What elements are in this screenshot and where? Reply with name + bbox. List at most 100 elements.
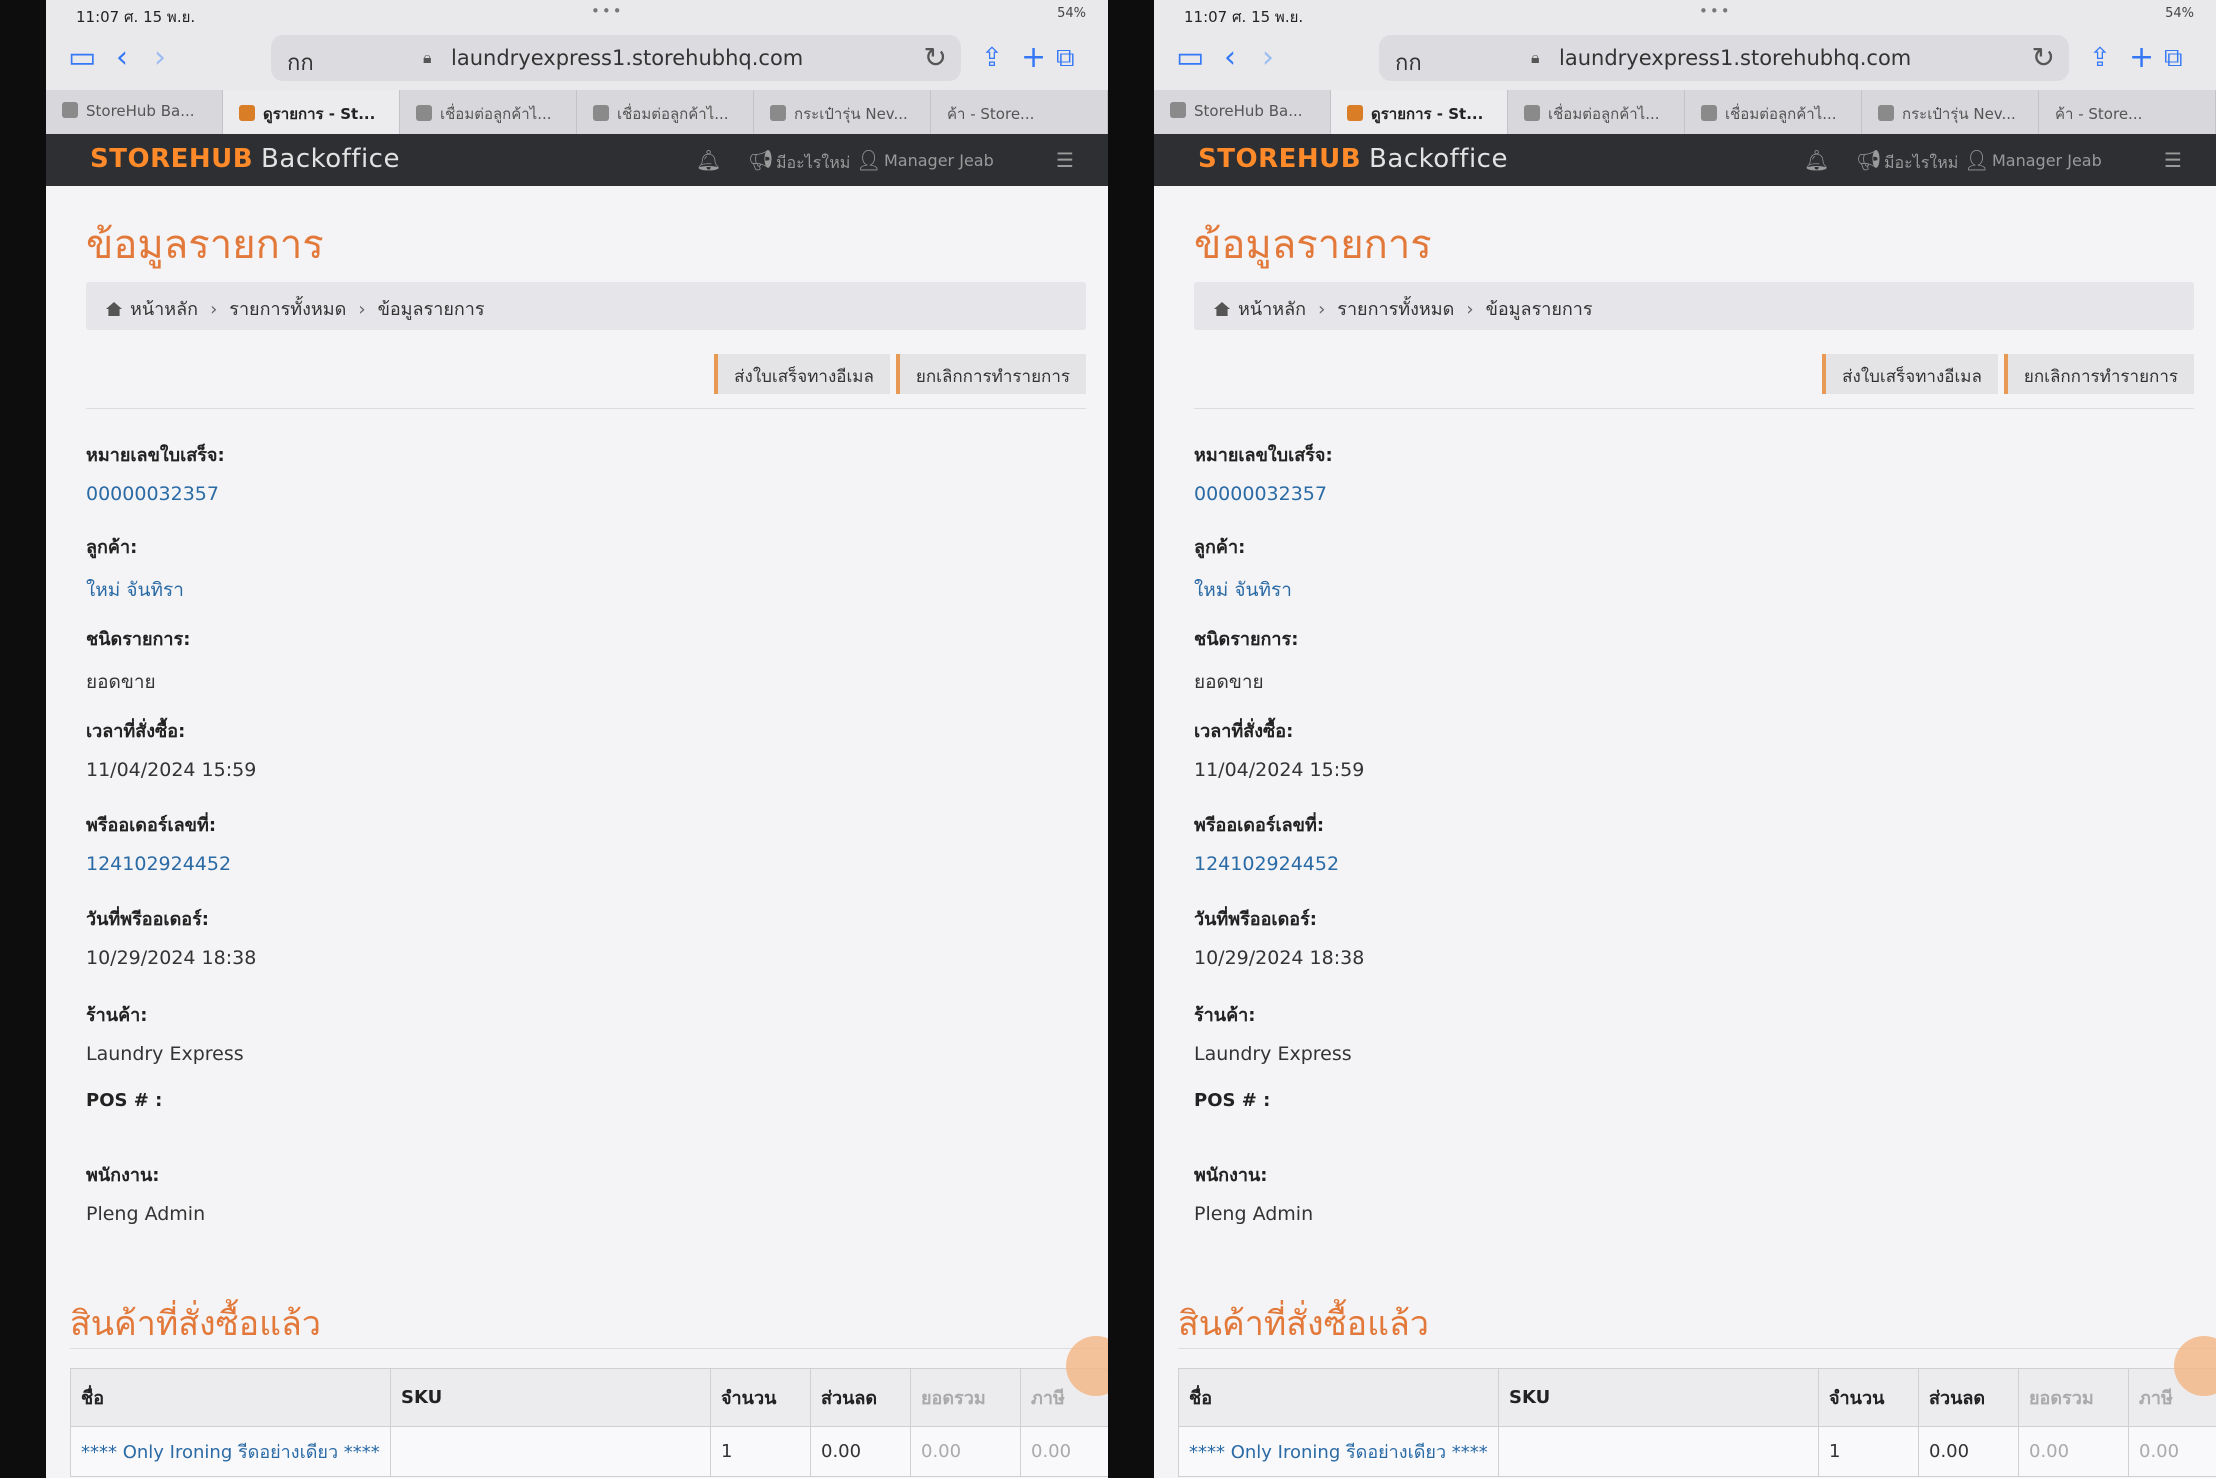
user-menu[interactable]: Manager Jeab xyxy=(1992,151,2102,170)
tabs-overview-icon[interactable]: ⧉ xyxy=(1056,40,1075,76)
browser-tab[interactable]: เชื่อมต่อลูกค้าไ... xyxy=(1685,90,1862,134)
back-icon[interactable]: ‹ xyxy=(116,40,128,76)
table-header-row: ชื่อ SKU จำนวน ส่วนลด ยอดรวม ภาษี xyxy=(70,1368,1108,1427)
browser-tab[interactable]: เชื่อมต่อลูกค้าไ... xyxy=(577,90,754,134)
employee-field: พนักงาน: Pleng Admin xyxy=(86,1165,206,1225)
browser-tab-active[interactable]: ดูรายการ - St... xyxy=(1331,90,1508,134)
receipt-number-field: หมายเลขใบเสร็จ: 00000032357 xyxy=(86,445,225,505)
whats-new-link[interactable]: มีอะไรใหม่ xyxy=(776,151,850,176)
order-time-field: เวลาที่สั่งซื้อ: 11/04/2024 15:59 xyxy=(86,721,257,781)
col-name[interactable]: ชื่อ xyxy=(1178,1368,1499,1427)
user-icon: 👤︎ xyxy=(1964,148,1990,172)
col-discount[interactable]: ส่วนลด xyxy=(810,1368,911,1427)
forward-icon[interactable]: › xyxy=(154,40,166,76)
customer-link[interactable]: ใหม่ จันทิรา xyxy=(86,575,184,605)
col-total[interactable]: ยอดรวม xyxy=(910,1368,1021,1427)
browser-tab[interactable]: ค้า - Store... xyxy=(931,90,1108,134)
browser-tab[interactable]: เชื่อมต่อลูกค้าไ... xyxy=(1508,90,1685,134)
megaphone-icon[interactable]: 📢︎ xyxy=(748,148,773,172)
bell-icon[interactable]: 🔔︎ xyxy=(1804,148,1829,172)
sidebar-icon[interactable]: ▭ xyxy=(1176,40,1204,76)
col-quantity[interactable]: จำนวน xyxy=(1818,1368,1919,1427)
app-header: STOREHUB Backoffice 🔔︎ 📢︎ มีอะไรใหม่ 👤︎ M… xyxy=(46,134,1108,186)
col-sku[interactable]: SKU xyxy=(390,1368,711,1427)
col-discount[interactable]: ส่วนลด xyxy=(1918,1368,2019,1427)
reload-icon[interactable]: ↻ xyxy=(2032,41,2055,74)
receipt-number-link[interactable]: 00000032357 xyxy=(1194,483,1333,505)
col-total[interactable]: ยอดรวม xyxy=(2018,1368,2129,1427)
url-text[interactable]: laundryexpress1.storehubhq.com xyxy=(1559,46,1911,70)
col-name[interactable]: ชื่อ xyxy=(70,1368,391,1427)
new-tab-icon[interactable]: + xyxy=(1021,40,1046,76)
tabs-overview-icon[interactable]: ⧉ xyxy=(2164,40,2183,76)
browser-tab-active[interactable]: ดูรายการ - St... xyxy=(223,90,400,134)
browser-tab[interactable]: เชื่อมต่อลูกค้าไ... xyxy=(400,90,577,134)
item-name-link[interactable]: **** Only Ironing รีดอย่างเดียว **** xyxy=(70,1426,391,1477)
favicon-icon xyxy=(593,105,609,121)
store-field: ร้านค้า: Laundry Express xyxy=(86,1005,244,1065)
table-row[interactable]: **** Only Ironing รีดอย่างเดียว **** 1 0… xyxy=(70,1426,1108,1477)
multitask-dots[interactable]: ••• xyxy=(1699,2,1732,20)
item-name-link[interactable]: **** Only Ironing รีดอย่างเดียว **** xyxy=(1178,1426,1499,1477)
back-icon[interactable]: ‹ xyxy=(1224,40,1236,76)
bell-icon[interactable]: 🔔︎ xyxy=(696,148,721,172)
transaction-type-field: ชนิดรายการ: ยอดขาย xyxy=(86,629,191,693)
address-bar[interactable]: กก 🔒︎ laundryexpress1.storehubhq.com ↻ xyxy=(1379,35,2069,81)
lock-icon: 🔒︎ xyxy=(1531,48,1540,67)
home-icon xyxy=(106,302,122,316)
megaphone-icon[interactable]: 📢︎ xyxy=(1856,148,1881,172)
forward-icon[interactable]: › xyxy=(1262,40,1274,76)
share-icon[interactable]: ⇪ xyxy=(981,40,1003,76)
browser-tab[interactable]: ค้า - Store... xyxy=(2039,90,2216,134)
multitask-dots[interactable]: ••• xyxy=(591,2,624,20)
divider xyxy=(86,408,1086,409)
share-icon[interactable]: ⇪ xyxy=(2089,40,2111,76)
divider xyxy=(70,1348,1108,1349)
send-receipt-email-button[interactable]: ส่งใบเสร็จทางอีเมล xyxy=(714,354,890,394)
preorder-link[interactable]: 124102924452 xyxy=(1194,853,1339,875)
ipad-screen: 11:07 ศ. 15 พ.ย. ••• 54% ▭ ‹ › กก 🔒︎ lau… xyxy=(46,0,1108,1478)
hamburger-menu-icon[interactable]: ☰ xyxy=(2164,148,2182,172)
user-menu[interactable]: Manager Jeab xyxy=(884,151,994,170)
cancel-transaction-button[interactable]: ยกเลิกการทำรายการ xyxy=(2003,354,2194,394)
reload-icon[interactable]: ↻ xyxy=(924,41,947,74)
ordered-items-title: สินค้าที่สั่งซื้อแล้ว xyxy=(1178,1304,1429,1344)
cancel-transaction-button[interactable]: ยกเลิกการทำรายการ xyxy=(895,354,1086,394)
lock-icon: 🔒︎ xyxy=(423,48,432,67)
user-icon: 👤︎ xyxy=(856,148,882,172)
tab-bar: StoreHub Ba... ดูรายการ - St... เชื่อมต่… xyxy=(1154,90,2216,134)
browser-tab[interactable]: StoreHub Ba... xyxy=(46,90,223,134)
receipt-number-field: หมายเลขใบเสร็จ: 00000032357 xyxy=(1194,445,1333,505)
favicon-icon xyxy=(770,105,786,121)
browser-tab[interactable]: กระเป๋ารุ่น Nev... xyxy=(754,90,931,134)
breadcrumb-all-transactions[interactable]: รายการทั้งหมด xyxy=(1337,299,1454,320)
order-time-field: เวลาที่สั่งซื้อ: 11/04/2024 15:59 xyxy=(1194,721,1365,781)
reader-aa-button[interactable]: กก xyxy=(287,45,314,80)
reader-aa-button[interactable]: กก xyxy=(1395,45,1422,80)
preorder-link[interactable]: 124102924452 xyxy=(86,853,231,875)
address-bar[interactable]: กก 🔒︎ laundryexpress1.storehubhq.com ↻ xyxy=(271,35,961,81)
storehub-logo[interactable]: STOREHUB Backoffice xyxy=(90,144,400,174)
receipt-number-link[interactable]: 00000032357 xyxy=(86,483,225,505)
browser-tab[interactable]: StoreHub Ba... xyxy=(1154,90,1331,134)
send-receipt-email-button[interactable]: ส่งใบเสร็จทางอีเมล xyxy=(1822,354,1998,394)
table-row[interactable]: **** Only Ironing รีดอย่างเดียว **** 1 0… xyxy=(1178,1426,2216,1477)
browser-tab[interactable]: กระเป๋ารุ่น Nev... xyxy=(1862,90,2039,134)
breadcrumb-home[interactable]: หน้าหลัก xyxy=(1238,299,1306,320)
url-text[interactable]: laundryexpress1.storehubhq.com xyxy=(451,46,803,70)
storehub-logo[interactable]: STOREHUB Backoffice xyxy=(1198,144,1508,174)
preorder-date-field: วันที่พรีออเดอร์: 10/29/2024 18:38 xyxy=(86,909,257,969)
col-quantity[interactable]: จำนวน xyxy=(710,1368,811,1427)
items-table: ชื่อ SKU จำนวน ส่วนลด ยอดรวม ภาษี **** O… xyxy=(70,1368,1108,1477)
hamburger-menu-icon[interactable]: ☰ xyxy=(1056,148,1074,172)
main-content: ข้อมูลรายการ หน้าหลัก › รายการทั้งหมด › ข้อม… xyxy=(1154,186,2216,1478)
col-sku[interactable]: SKU xyxy=(1498,1368,1819,1427)
new-tab-icon[interactable]: + xyxy=(2129,40,2154,76)
breadcrumb-all-transactions[interactable]: รายการทั้งหมด xyxy=(229,299,346,320)
ipad-screen: 11:07 ศ. 15 พ.ย. ••• 54% ▭ ‹ › กก 🔒︎ lau… xyxy=(1154,0,2216,1478)
whats-new-link[interactable]: มีอะไรใหม่ xyxy=(1884,151,1958,176)
customer-link[interactable]: ใหม่ จันทิรา xyxy=(1194,575,1292,605)
sidebar-icon[interactable]: ▭ xyxy=(68,40,96,76)
action-buttons: ส่งใบเสร็จทางอีเมล ยกเลิกการทำรายการ xyxy=(1822,354,2194,394)
breadcrumb-home[interactable]: หน้าหลัก xyxy=(130,299,198,320)
